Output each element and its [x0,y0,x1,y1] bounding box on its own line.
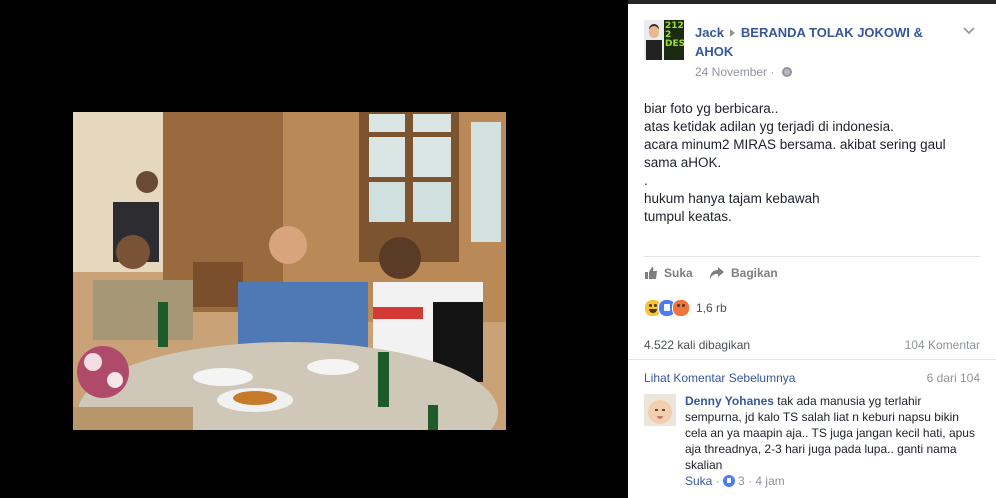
man-batik-head [269,226,307,264]
comments-header: Lihat Komentar Sebelumnya 6 dari 104 [644,371,980,385]
view-previous-comments-link[interactable]: Lihat Komentar Sebelumnya [644,371,795,385]
thumbs-up-icon [645,267,657,279]
posted-to-arrow-icon [729,29,735,38]
like-reaction-icon [723,475,736,487]
post-text-line: biar foto yg berbicara.. [644,101,779,116]
post-photo[interactable] [73,112,506,430]
share-button[interactable]: Bagikan [709,265,778,281]
man-batik-shirt [238,282,368,352]
baby-eye [655,409,658,411]
window-pane [369,182,405,222]
post-text-line: hukum hanya tajam kebawah [644,191,820,206]
comments-page-info: 6 dari 104 [926,371,980,385]
man-white-head [379,237,421,279]
window-pane [369,137,405,177]
window-pane [413,137,451,177]
commenter-name[interactable]: Denny Yohanes [685,394,774,408]
flower [107,372,123,388]
window-pane [369,114,405,132]
commenter-avatar[interactable] [644,394,676,426]
comment-time[interactable]: 4 jam [755,474,784,488]
author-avatar[interactable]: 212 2 DES [644,20,684,60]
reaction-count[interactable]: 1,6 rb [696,301,727,315]
window-pane [413,114,451,132]
middle-dot: · [715,474,720,488]
flower-arrangement [77,346,129,398]
green-bottle [158,302,168,347]
window-pane [471,122,501,242]
share-count[interactable]: 4.522 kali dibagikan [644,338,750,352]
comment-footer: Suka · 3 · 4 jam [685,474,785,488]
shirt-stripe [373,307,423,319]
green-bottle [378,352,389,407]
post-text-line: atas ketidak adilan yg terjadi di indone… [644,119,894,134]
post-text-line: tumpul keatas. [644,209,732,224]
comment-reaction-count[interactable]: 3 [738,474,745,488]
angry-icon [672,299,690,317]
photo-viewer[interactable] [0,0,628,498]
sideboard [193,262,243,307]
window-pane [413,182,451,222]
post-actions: Suka Bagikan [644,256,980,287]
share-arrow-icon [710,267,724,279]
avatar-suit [646,40,662,60]
post-side-panel: 212 2 DES Jack BERANDA TOLAK JOKOWI & AHO… [628,4,996,498]
share-label: Bagikan [731,266,778,280]
comment-body: Denny Yohanes tak ada manusia yg terlahi… [685,393,981,473]
post-text: biar foto yg berbicara.. atas ketidak ad… [644,100,984,226]
photo-scene [73,112,506,430]
post-stats: 4.522 kali dibagikan 104 Komentar [644,338,980,352]
post-date[interactable]: 24 November [695,65,767,79]
officer-head [116,235,150,269]
baby-eye [662,409,665,411]
like-button[interactable]: Suka [644,265,693,281]
chevron-down-icon[interactable] [962,24,976,38]
comment-like-link[interactable]: Suka [685,474,712,488]
middle-dot: · [770,65,775,79]
post-header: Jack BERANDA TOLAK JOKOWI & AHOK [695,23,957,61]
waiter-head [136,171,158,193]
plate [193,368,253,386]
divider [628,359,996,360]
post-text-line: sama aHOK. [644,155,722,170]
author-name-link[interactable]: Jack [695,25,724,40]
avatar-text: 212 2 DES [665,21,684,49]
officer-uniform [93,280,193,340]
basket [73,407,193,430]
flower [84,353,102,371]
like-label: Suka [664,266,693,280]
food [233,391,277,405]
middle-dot: · [748,474,753,488]
baby-face [648,400,672,424]
post-text-line: . [644,173,648,188]
globe-icon[interactable] [781,67,792,77]
green-bottle [428,405,438,430]
avatar-face [649,26,659,38]
post-meta: 24 November · [695,65,792,79]
post-text-line: acara minum2 MIRAS bersama. akibat serin… [644,137,946,152]
comment-count[interactable]: 104 Komentar [905,338,980,352]
plate [307,359,359,375]
